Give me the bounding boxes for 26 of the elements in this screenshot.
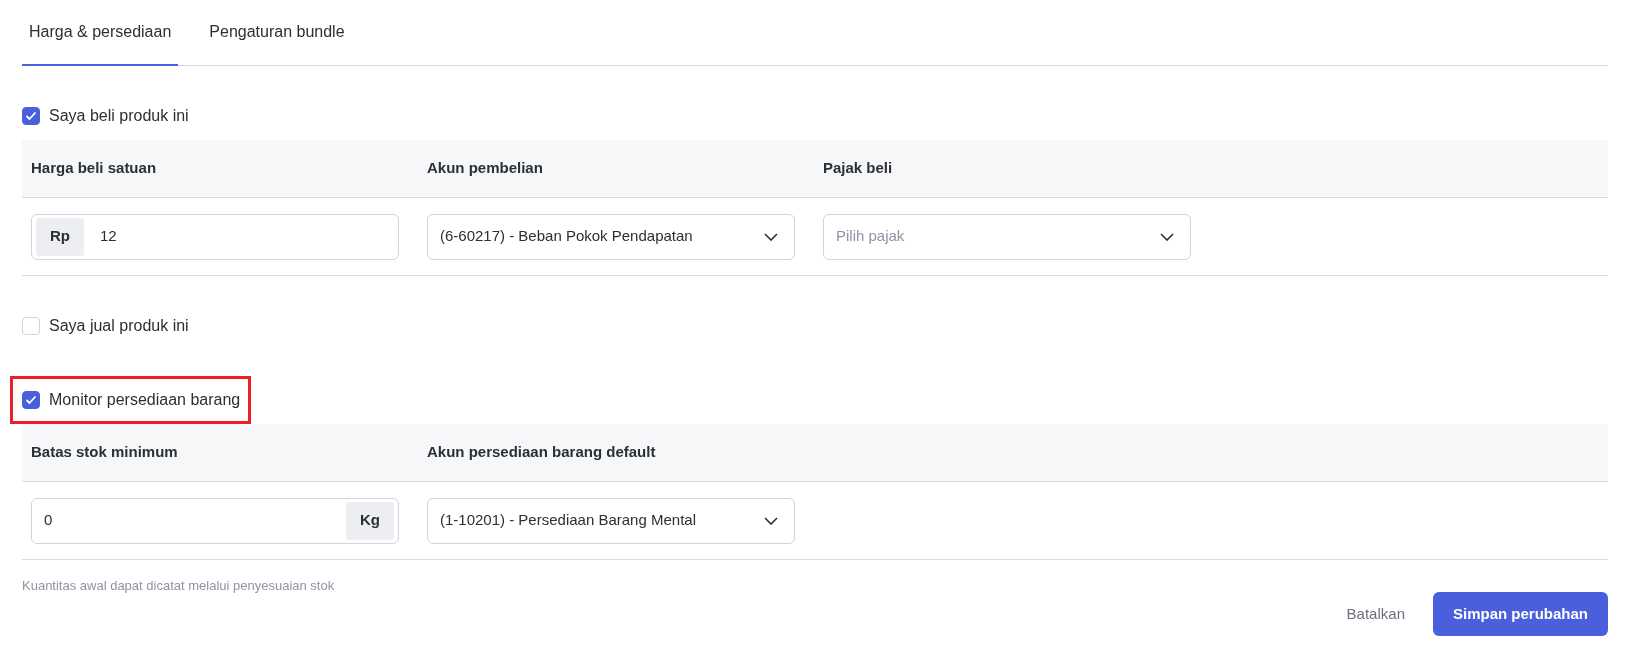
chevron-down-icon bbox=[764, 232, 778, 241]
chevron-down-icon bbox=[1160, 232, 1174, 241]
select-field[interactable]: (6-60217) - Beban Pokok Pendapatan bbox=[427, 213, 795, 260]
column-header: Pajak beli bbox=[823, 158, 894, 179]
column-header: Akun persediaan barang default bbox=[427, 442, 657, 463]
select-field[interactable]: (1-10201) - Persediaan Barang Mental bbox=[427, 497, 795, 544]
chevron-down-icon bbox=[764, 516, 778, 525]
unit-label: Rp bbox=[36, 217, 84, 256]
checkbox[interactable] bbox=[22, 391, 40, 409]
checkbox-label: Monitor persediaan barang bbox=[49, 390, 241, 410]
save-button[interactable]: Simpan perubahan bbox=[1432, 591, 1608, 636]
column-header: Batas stok minimum bbox=[31, 442, 179, 463]
checkbox[interactable] bbox=[22, 107, 40, 125]
column-header: Akun pembelian bbox=[427, 158, 544, 179]
checkmark-icon bbox=[25, 110, 37, 122]
input-field[interactable]: 0 Kg bbox=[31, 497, 399, 544]
unit-label: Kg bbox=[346, 501, 394, 540]
tab[interactable]: Pengaturan bundle bbox=[202, 0, 352, 66]
tab[interactable]: Harga & persediaan bbox=[22, 0, 179, 66]
checkmark-icon bbox=[25, 394, 37, 406]
checkbox-label: Saya jual produk ini bbox=[49, 316, 189, 336]
cancel-button[interactable]: Batalkan bbox=[1326, 591, 1425, 636]
checkbox-label: Saya beli produk ini bbox=[49, 106, 189, 126]
input-field[interactable]: Rp 12 bbox=[31, 213, 399, 260]
hint-text: Kuantitas awal dapat dicatat melalui penyesuaian stok bbox=[22, 577, 336, 595]
column-header: Harga beli satuan bbox=[31, 158, 158, 179]
